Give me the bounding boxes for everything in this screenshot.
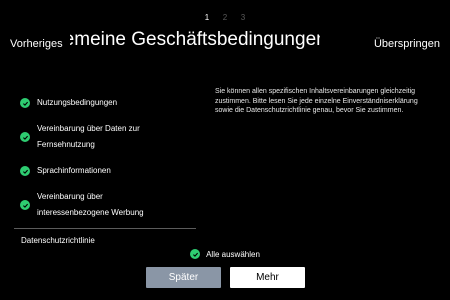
agreement-description: Sie können allen spezifischen Inhaltsver… bbox=[215, 88, 418, 114]
page-indicator-1: 1 bbox=[204, 13, 210, 22]
agreement-label: Nutzungsbedingungen bbox=[37, 98, 118, 107]
more-button[interactable]: Mehr bbox=[230, 267, 305, 288]
page-title-container: Allgemeine Geschäftsbedingungen bbox=[70, 29, 320, 51]
page-indicator-2: 2 bbox=[222, 13, 228, 22]
select-all-checkbox[interactable]: Alle auswählen bbox=[0, 249, 450, 259]
agreement-tv-viewing-data[interactable]: Vereinbarung über Daten zur Fernsehnutzu… bbox=[14, 118, 196, 156]
previous-button[interactable]: Vorheriges bbox=[10, 36, 63, 52]
page-title: Allgemeine Geschäftsbedingungen bbox=[70, 29, 320, 50]
checkmark-icon bbox=[20, 166, 30, 176]
agreement-label: Sprachinformationen bbox=[37, 166, 111, 175]
agreement-label: Vereinbarung über interessenbezogene Wer… bbox=[37, 192, 144, 217]
agreement-label: Vereinbarung über Daten zur Fernsehnutzu… bbox=[37, 124, 140, 149]
checkmark-icon bbox=[20, 98, 30, 108]
agreement-voice-information[interactable]: Sprachinformationen bbox=[14, 156, 196, 186]
page-indicator: 1 2 3 bbox=[0, 13, 450, 22]
later-button[interactable]: Später bbox=[146, 267, 221, 288]
skip-button[interactable]: Überspringen bbox=[373, 36, 440, 52]
checkmark-icon bbox=[20, 200, 30, 210]
agreement-list: Nutzungsbedingungen Vereinbarung über Da… bbox=[14, 88, 196, 253]
checkmark-icon bbox=[20, 132, 30, 142]
agreement-interest-based-ads[interactable]: Vereinbarung über interessenbezogene Wer… bbox=[14, 186, 196, 224]
page-indicator-3: 3 bbox=[240, 13, 246, 22]
select-all-label: Alle auswählen bbox=[206, 249, 260, 259]
agreement-terms-of-use[interactable]: Nutzungsbedingungen bbox=[14, 88, 196, 118]
checkmark-icon bbox=[190, 249, 201, 259]
